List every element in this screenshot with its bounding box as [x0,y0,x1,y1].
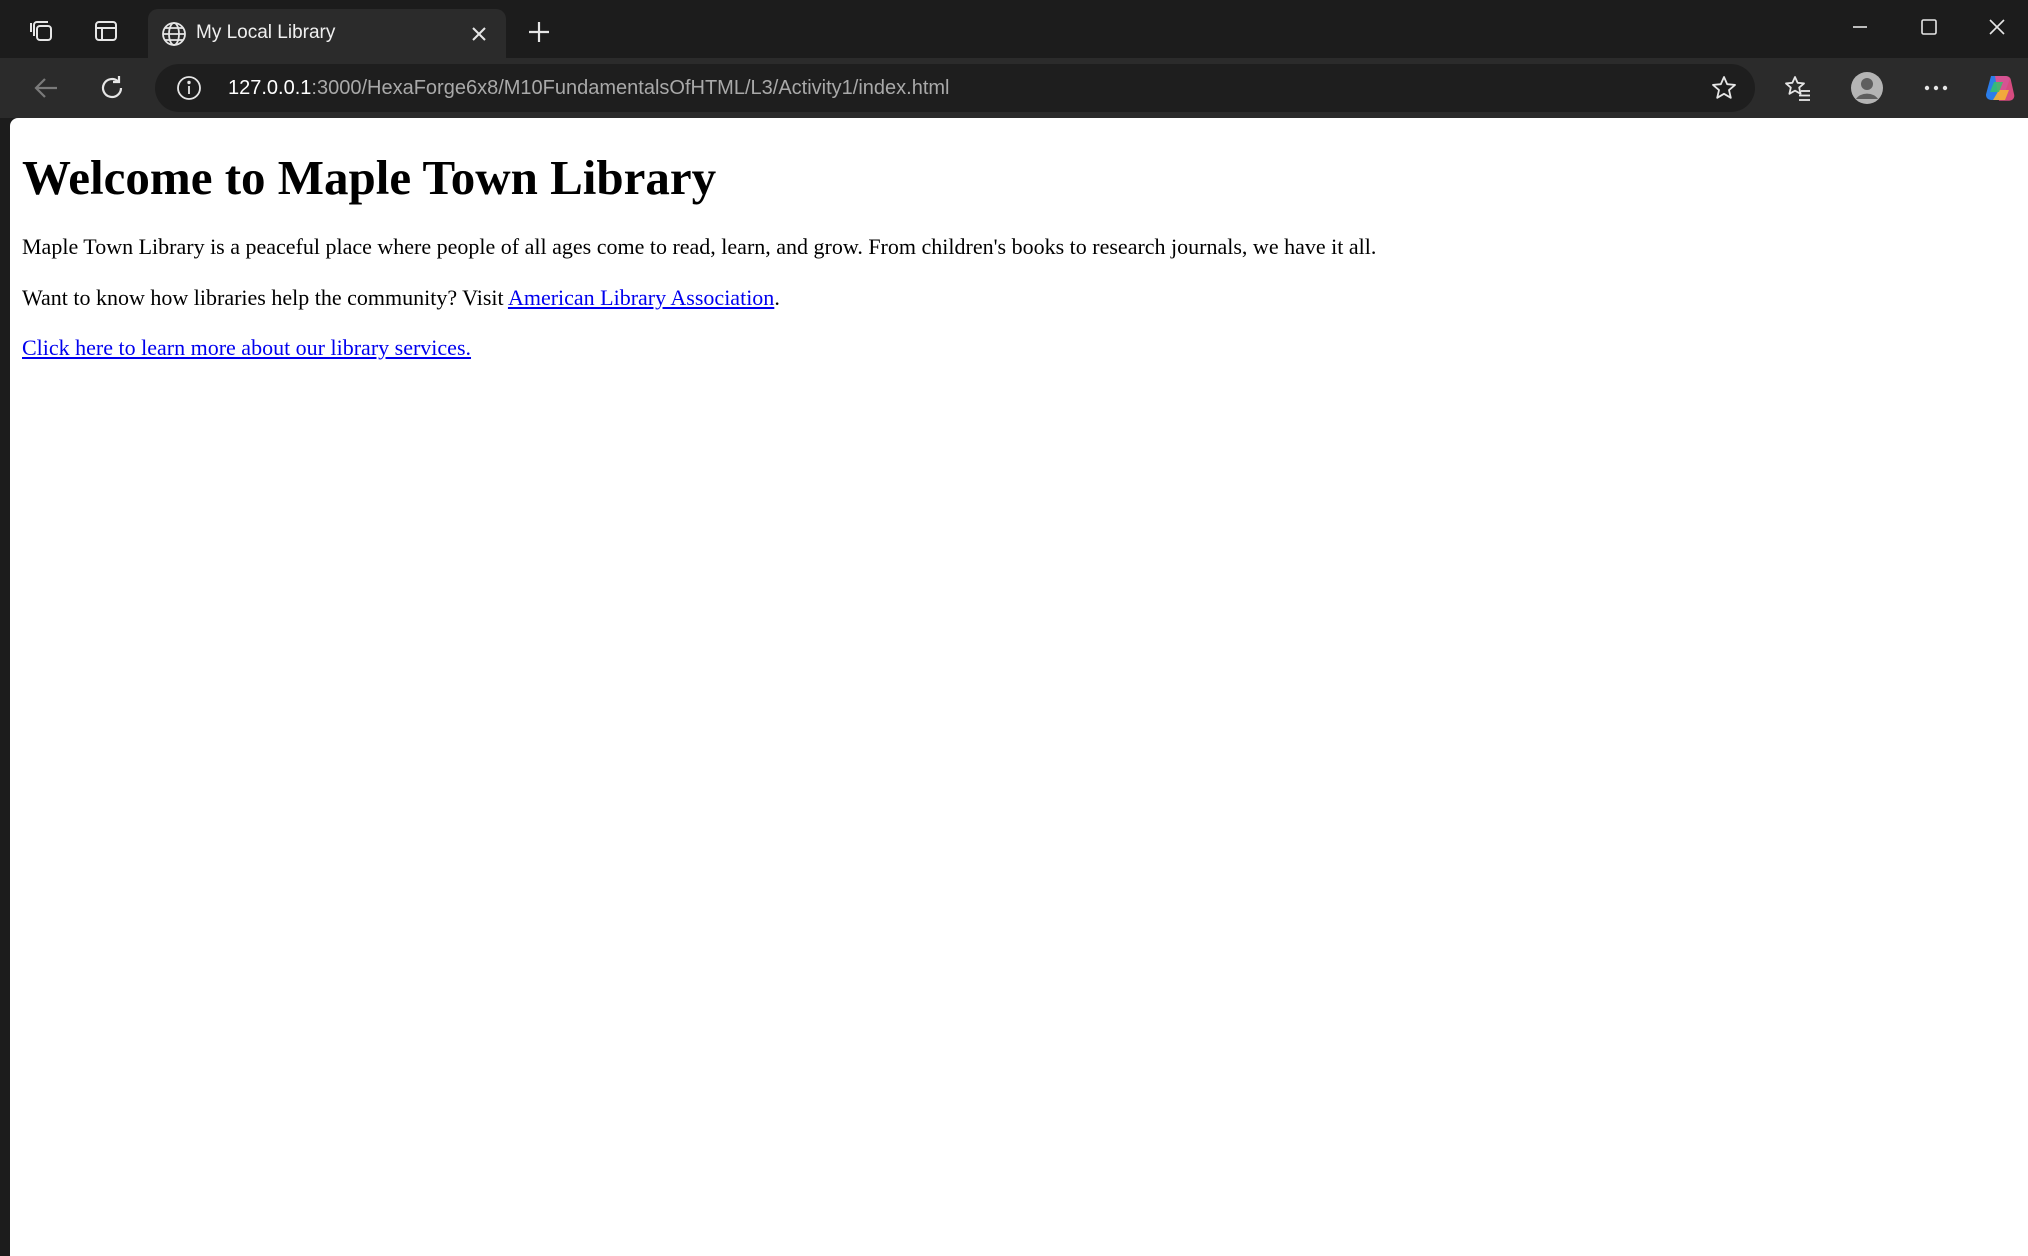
browser-toolbar: 127.0.0.1:3000/HexaForge6x8/M10Fundament… [0,58,2028,118]
workspaces-icon[interactable] [16,8,68,54]
active-tab[interactable]: My Local Library [148,9,506,58]
window-edge [0,118,10,1256]
community-suffix: . [774,284,780,310]
services-paragraph: Click here to learn more about our libra… [22,335,1376,361]
plus-icon[interactable] [516,12,562,52]
star-icon[interactable] [1709,73,1739,103]
page-viewport: Welcome to Maple Town Library Maple Town… [10,118,2028,1256]
minimize-icon[interactable] [1825,0,1895,54]
close-window-icon[interactable] [1962,0,2028,54]
refresh-icon[interactable] [87,65,137,111]
community-text: Want to know how libraries help the comm… [22,284,508,310]
ala-link[interactable]: American Library Association [508,285,774,310]
info-icon[interactable] [175,74,203,102]
back-arrow-icon[interactable] [21,65,71,111]
copilot-icon[interactable] [1974,65,2024,111]
address-bar[interactable]: 127.0.0.1:3000/HexaForge6x8/M10Fundament… [155,64,1755,112]
page-content: Welcome to Maple Town Library Maple Town… [22,118,1376,362]
url-host: 127.0.0.1 [228,77,312,99]
services-link[interactable]: Click here to learn more about our libra… [22,335,471,360]
url-path: :3000/HexaForge6x8/M10FundamentalsOfHTML… [311,77,950,99]
favorites-icon[interactable] [1773,65,1823,111]
tab-title: My Local Library [196,22,336,43]
globe-icon [156,16,192,52]
page-heading: Welcome to Maple Town Library [22,150,717,205]
tab-actions-icon[interactable] [80,8,132,54]
intro-paragraph: Maple Town Library is a peaceful place w… [22,234,1377,260]
title-bar: My Local Library [0,0,2028,58]
more-icon[interactable] [1911,65,1961,111]
close-icon[interactable] [464,19,494,49]
maximize-icon[interactable] [1894,0,1964,54]
community-paragraph: Want to know how libraries help the comm… [22,285,1376,311]
url-text[interactable]: 127.0.0.1:3000/HexaForge6x8/M10Fundament… [228,77,950,100]
profile-icon[interactable] [1842,65,1892,111]
